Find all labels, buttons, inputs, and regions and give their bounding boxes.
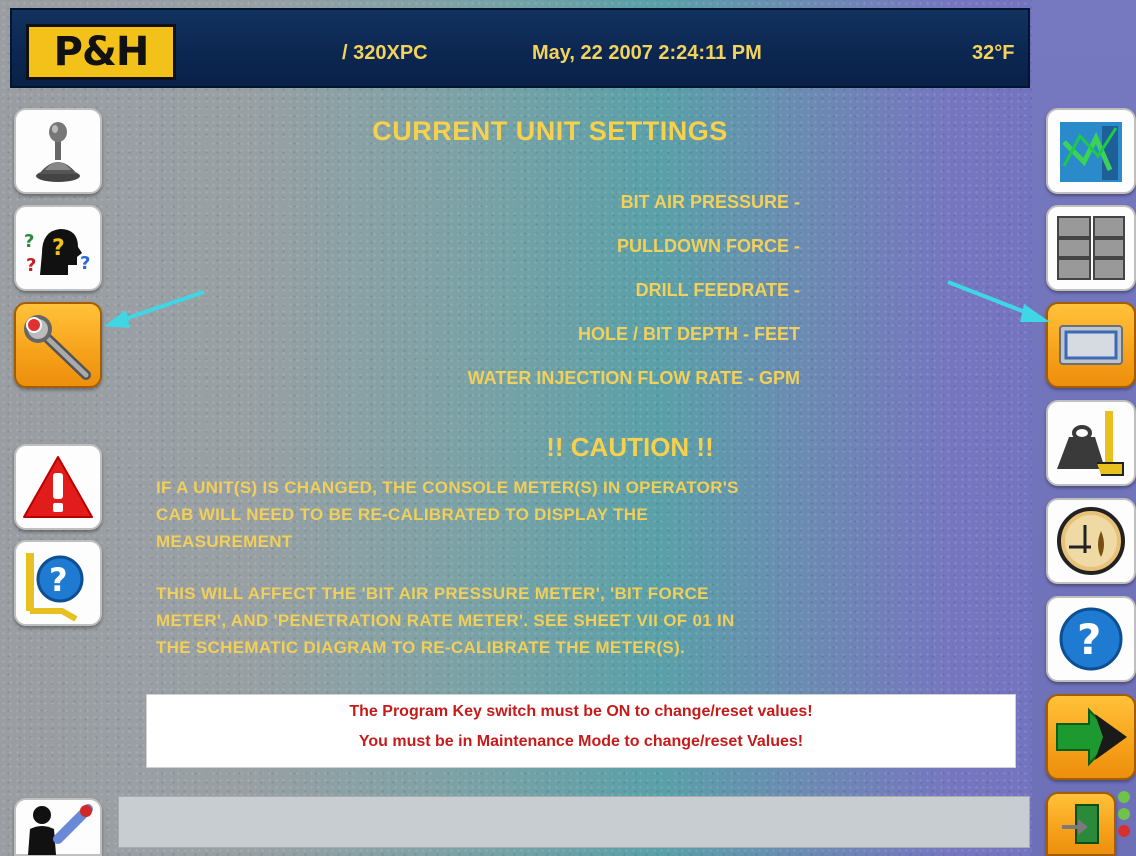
drill-help-button[interactable]: ?	[14, 540, 102, 626]
exit-button[interactable]	[1046, 792, 1116, 856]
setting-pulldown-force[interactable]: PULLDOWN FORCE -	[617, 236, 800, 257]
svg-text:?: ?	[52, 236, 65, 261]
date-time: May, 22 2007 2:24:11 PM	[532, 42, 762, 64]
caution-paragraph-2: THIS WILL AFFECT THE 'BIT AIR PRESSURE M…	[156, 580, 976, 661]
status-bar	[118, 796, 1030, 848]
header-bar: P&H / 320XPC May, 22 2007 2:24:11 PM 32°…	[10, 8, 1030, 88]
unit-settings-button[interactable]	[1046, 302, 1136, 388]
caution-line: CAB WILL NEED TO BE RE-CALIBRATED TO DIS…	[156, 505, 649, 524]
weight-scale-button[interactable]	[1046, 400, 1136, 486]
alarm-button[interactable]	[14, 444, 102, 530]
wrench-icon	[24, 315, 91, 380]
joystick-icon	[36, 122, 80, 182]
notice-line-2: You must be in Maintenance Mode to chang…	[358, 733, 804, 750]
svg-text:?: ?	[1077, 615, 1101, 664]
notice-line-1: The Program Key switch must be ON to cha…	[349, 703, 813, 720]
unit-settings-icon	[1059, 325, 1123, 365]
caution-line: MEASUREMENT	[156, 532, 293, 551]
level-gauge-icon	[1057, 507, 1125, 575]
setting-drill-feedrate[interactable]: DRILL FEEDRATE -	[636, 280, 800, 301]
setting-bit-air-pressure[interactable]: BIT AIR PRESSURE -	[621, 192, 800, 213]
operator-drill-icon	[28, 804, 93, 855]
caution-line: THIS WILL AFFECT THE 'BIT AIR PRESSURE M…	[156, 584, 709, 603]
machine-model: / 320XPC	[342, 42, 428, 64]
setting-hole-bit-depth[interactable]: HOLE / BIT DEPTH - FEET	[578, 324, 800, 345]
help-icon: ?	[1059, 607, 1123, 671]
ph-logo: P&H	[26, 24, 176, 80]
status-led-red	[1118, 825, 1130, 837]
help-head-icon: ? ? ? ?	[24, 229, 90, 276]
help-operator-button[interactable]: ? ? ? ?	[14, 205, 102, 291]
status-leds	[1118, 788, 1134, 852]
weight-scale-icon	[1057, 411, 1124, 476]
level-gauge-button[interactable]	[1046, 498, 1136, 584]
drill-help-icon: ?	[26, 553, 84, 621]
highlight-arrow-left	[104, 290, 205, 328]
svg-text:?: ?	[24, 231, 34, 252]
caution-line: IF A UNIT(S) IS CHANGED, THE CONSOLE MET…	[156, 478, 739, 497]
status-led-green	[1118, 791, 1130, 803]
svg-text:?: ?	[49, 561, 68, 599]
operator-drill-button[interactable]	[14, 798, 102, 856]
grid-view-button[interactable]	[1046, 205, 1136, 291]
alarm-warning-icon	[23, 456, 93, 518]
caution-line: METER', AND 'PENETRATION RATE METER'. SE…	[156, 611, 735, 630]
joystick-button[interactable]	[14, 108, 102, 194]
program-key-notice: The Program Key switch must be ON to cha…	[146, 694, 1016, 768]
exit-door-icon	[1062, 804, 1099, 844]
caution-paragraph-1: IF A UNIT(S) IS CHANGED, THE CONSOLE MET…	[156, 474, 976, 555]
wrench-maintenance-button[interactable]	[14, 302, 102, 388]
caution-heading: !! CAUTION !!	[546, 432, 714, 462]
status-led-green	[1118, 808, 1130, 820]
svg-text:?: ?	[80, 253, 90, 274]
logo-text: P&H	[53, 29, 150, 75]
grid-view-icon	[1057, 216, 1125, 280]
page-title: CURRENT UNIT SETTINGS	[372, 116, 728, 146]
trend-chart-icon	[1060, 122, 1122, 182]
trend-chart-button[interactable]	[1046, 108, 1136, 194]
setting-water-injection-flow[interactable]: WATER INJECTION FLOW RATE - GPM	[468, 368, 800, 389]
help-button[interactable]: ?	[1046, 596, 1136, 682]
next-page-arrow-icon	[1056, 707, 1127, 767]
caution-line: THE SCHEMATIC DIAGRAM TO RE-CALIBRATE TH…	[156, 638, 686, 657]
highlight-arrow-right	[947, 280, 1031, 316]
next-page-button[interactable]	[1046, 694, 1136, 780]
temperature: 32°F	[972, 42, 1015, 64]
svg-text:?: ?	[26, 255, 36, 276]
